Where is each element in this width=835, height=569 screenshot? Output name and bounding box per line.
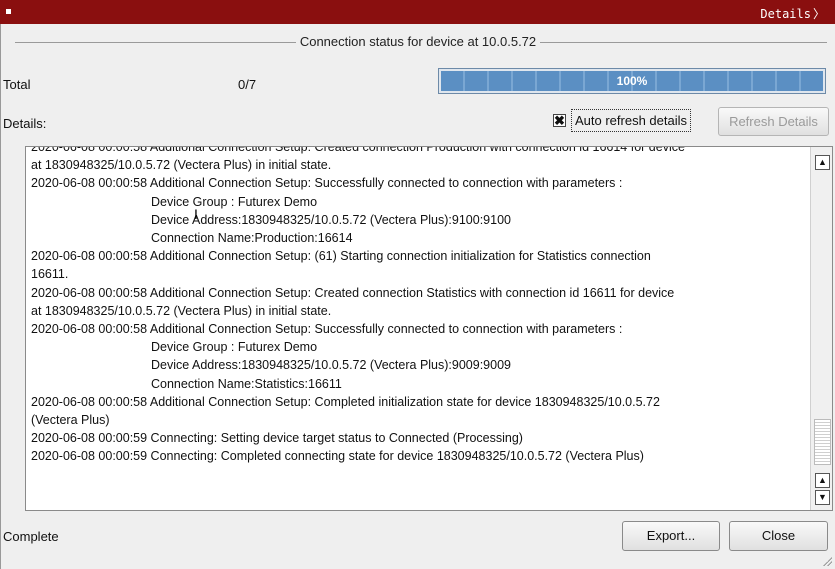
close-label: Close (761, 528, 796, 543)
auto-refresh-label[interactable]: Auto refresh details (571, 109, 692, 132)
close-button[interactable]: Close (729, 521, 828, 551)
scroll-down-icon[interactable]: ▼ (815, 490, 830, 505)
total-label: Total (3, 77, 31, 92)
total-value: 0/7 (238, 77, 257, 92)
log-line: Connection Name:Statistics:16611 (151, 376, 342, 391)
status-text: Complete (3, 529, 59, 544)
details-dialog: Connection status for device at 10.0.5.7… (0, 24, 835, 569)
window-menu-icon[interactable] (6, 9, 11, 14)
log-line: 2020-06-08 00:00:59 Connecting: Complete… (31, 449, 644, 464)
log-line: 2020-06-08 00:00:58 Additional Connectio… (31, 322, 623, 337)
scroll-up-icon[interactable]: ▲ (815, 473, 830, 488)
log-line: Device Address:1830948325/10.0.5.72 (Vec… (151, 358, 511, 373)
log-line: 2020-06-08 00:00:58 Additional Connectio… (31, 176, 623, 191)
log-line: Device Address:1830948325/10.0.5.72 (Vec… (151, 212, 511, 227)
log-line: at 1830948325/10.0.5.72 (Vectera Plus) i… (31, 303, 332, 318)
log-line: 2020-06-08 00:00:58 Additional Connectio… (31, 249, 651, 264)
progress-percent: 100% (616, 74, 648, 88)
window-title: Details 〉 (760, 7, 825, 21)
log-text: 2020-06-08 00:00:58 Additional Connectio… (26, 146, 806, 466)
progress-bar: 100% (438, 68, 826, 94)
log-line: (Vectera Plus) (31, 413, 110, 428)
log-line: 16611. (31, 267, 69, 282)
log-line: at 1830948325/10.0.5.72 (Vectera Plus) i… (31, 158, 332, 173)
close-window-icon[interactable]: 〉 (813, 7, 825, 21)
export-label: Export... (646, 528, 696, 543)
log-line: 2020-06-08 00:00:58 Additional Connectio… (31, 146, 685, 154)
log-line: 2020-06-08 00:00:59 Connecting: Setting … (31, 431, 523, 446)
log-scrollbar[interactable]: ▲ ▲ ▼ (810, 147, 832, 510)
text-cursor-icon: I (194, 206, 198, 222)
log-line: 2020-06-08 00:00:58 Additional Connectio… (31, 285, 675, 300)
export-button[interactable]: Export... (622, 521, 720, 551)
resize-grip[interactable] (822, 556, 832, 566)
log-line: Device Group : Futurex Demo (151, 340, 318, 355)
auto-refresh-checkbox[interactable]: ✖ (553, 114, 566, 127)
log-line: Connection Name:Production:16614 (151, 231, 353, 246)
scroll-thumb[interactable] (814, 419, 831, 465)
details-label: Details: (3, 116, 47, 131)
refresh-details-button[interactable]: Refresh Details (718, 107, 829, 136)
log-line: Device Group : Futurex Demo (151, 194, 318, 209)
scroll-up-icon[interactable]: ▲ (815, 155, 830, 170)
details-log[interactable]: 2020-06-08 00:00:58 Additional Connectio… (25, 146, 833, 511)
title-bar[interactable]: Details 〉 (0, 0, 835, 24)
log-line: 2020-06-08 00:00:58 Additional Connectio… (31, 394, 660, 409)
group-legend: Connection status for device at 10.0.5.7… (1, 34, 835, 49)
